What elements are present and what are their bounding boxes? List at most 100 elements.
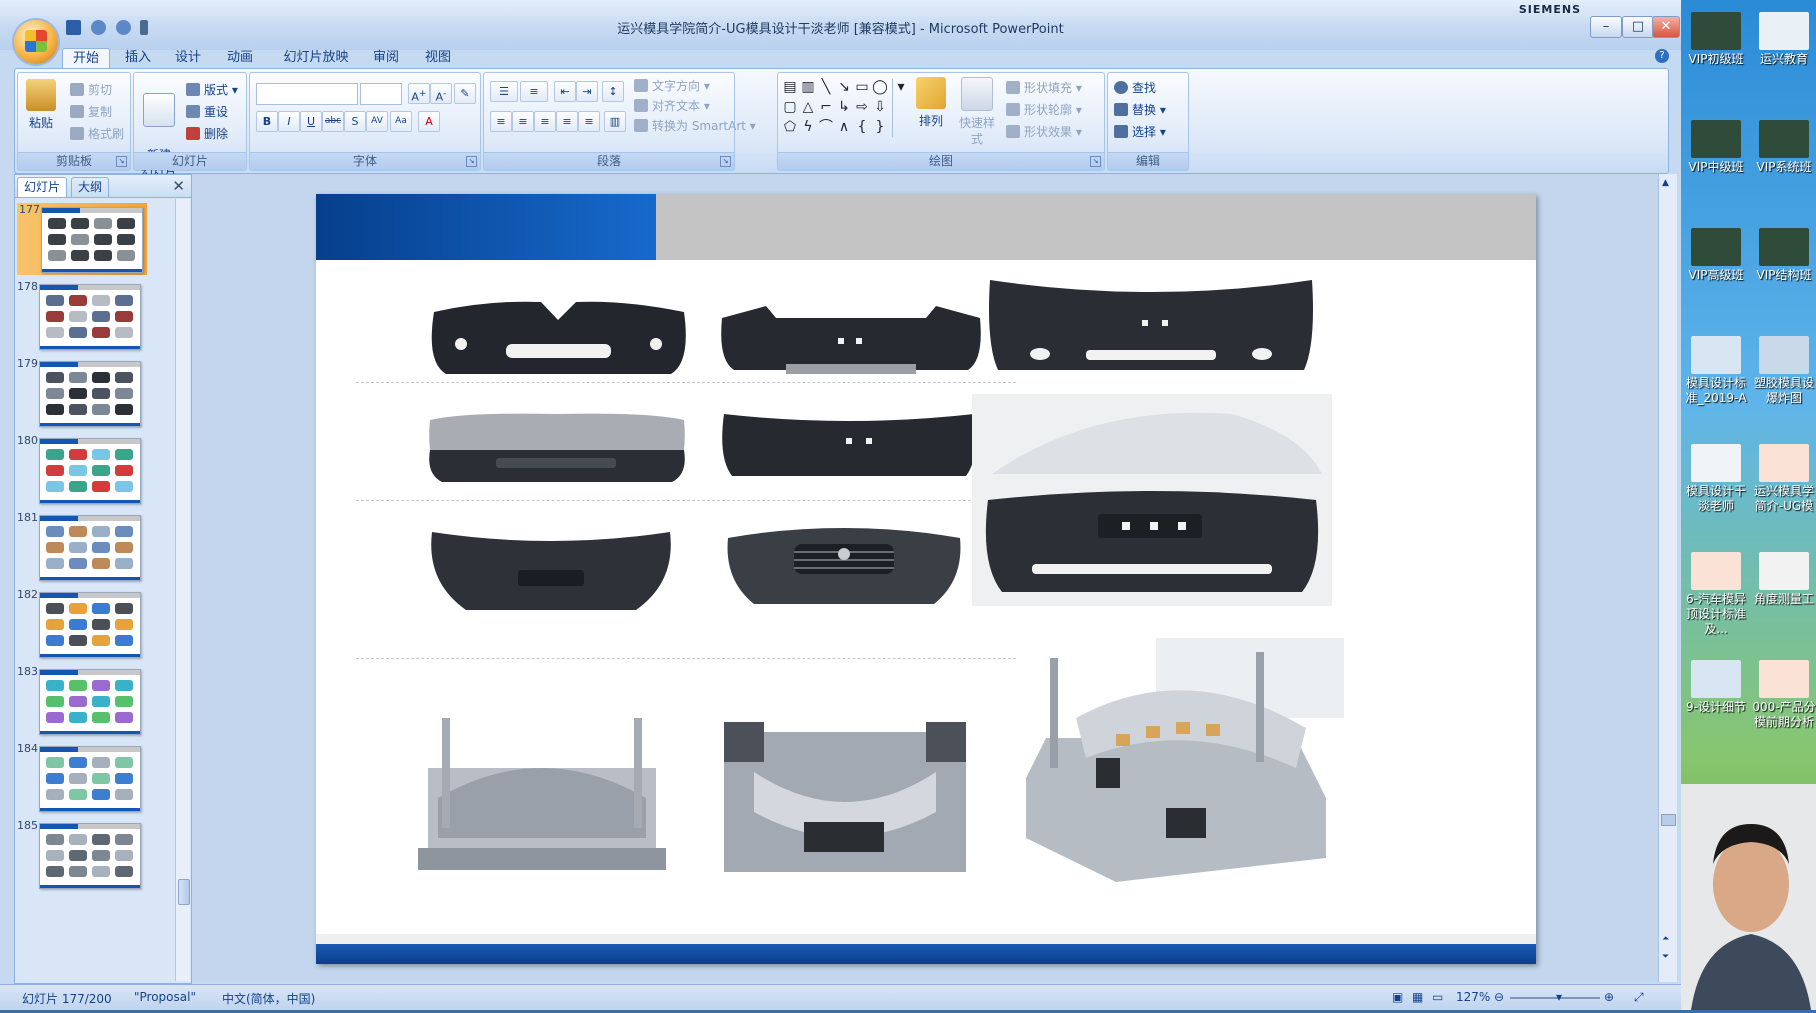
tab-home[interactable]: 开始 <box>62 48 110 69</box>
smartart-button[interactable]: 转换为 SmartArt ▾ <box>634 117 756 134</box>
change-case-icon[interactable]: Aa <box>390 111 412 132</box>
desktop-shortcut[interactable]: 9-设计细节 <box>1683 660 1749 715</box>
shapes-more-icon[interactable]: ▾ <box>892 79 909 137</box>
slide-scrollbar[interactable]: ▲ ⏶ ⏷ <box>1658 174 1677 982</box>
maximize-button[interactable]: □ <box>1622 16 1654 38</box>
zoom-level[interactable]: 127% <box>1456 990 1490 1004</box>
desktop-shortcut[interactable]: 模具设计干淡老师 <box>1683 444 1749 514</box>
rounded-rect-shape-icon[interactable]: ▢ <box>782 99 798 115</box>
char-spacing-icon[interactable]: AV <box>366 111 388 132</box>
desktop-shortcut[interactable]: VIP高级班 <box>1683 228 1749 283</box>
desktop-shortcut[interactable]: VIP初级班 <box>1683 12 1749 67</box>
close-panel-icon[interactable]: ✕ <box>172 177 185 195</box>
align-right-icon[interactable]: ≡ <box>534 111 556 132</box>
desktop-shortcut[interactable]: 角度测量工 <box>1751 552 1816 607</box>
slide-thumbnail-row[interactable]: 184 <box>15 742 175 830</box>
slide-sorter-icon[interactable]: ▦ <box>1412 990 1423 1004</box>
drawing-launcher-icon[interactable]: ↘ <box>1090 156 1101 167</box>
align-left-icon[interactable]: ≡ <box>490 111 512 132</box>
vtextbox-shape-icon[interactable]: ▥ <box>800 79 816 95</box>
shadow-icon[interactable]: S <box>344 111 366 132</box>
current-slide[interactable] <box>316 194 1536 964</box>
office-button[interactable] <box>14 20 58 64</box>
down-arrow-shape-icon[interactable]: ⇩ <box>872 99 888 115</box>
shape-effects-button[interactable]: 形状效果 ▾ <box>1006 123 1082 140</box>
slide-thumbnail-row[interactable]: 178 <box>15 280 175 368</box>
panel-scroll-thumb[interactable] <box>178 879 190 905</box>
textbox-shape-icon[interactable]: ▤ <box>782 79 798 95</box>
clipboard-launcher-icon[interactable]: ↘ <box>116 156 127 167</box>
help-icon[interactable]: ? <box>1655 49 1669 63</box>
font-family-combo[interactable] <box>256 83 358 105</box>
tab-view[interactable]: 视图 <box>418 48 458 68</box>
rbrace-shape-icon[interactable]: } <box>872 119 888 135</box>
desktop-shortcut[interactable]: 塑胶模具设爆炸图 <box>1751 336 1816 406</box>
justify-icon[interactable]: ≡ <box>556 111 578 132</box>
customize-qat-icon[interactable] <box>140 20 149 35</box>
slide-thumbnail-row[interactable]: 185 <box>15 819 175 907</box>
layout-button[interactable]: 版式 ▾ <box>186 81 238 98</box>
slide-thumbnail[interactable] <box>39 284 141 350</box>
slide-thumbnail[interactable] <box>41 207 143 273</box>
bold-icon[interactable]: B <box>256 111 278 132</box>
desktop-shortcut[interactable]: 运兴模具学简介-UG模 <box>1751 444 1816 514</box>
minimize-button[interactable]: – <box>1590 16 1622 38</box>
columns-icon[interactable]: ▥ <box>604 111 626 132</box>
triangle-shape-icon[interactable]: △ <box>800 99 816 115</box>
desktop-shortcut[interactable]: VIP结构班 <box>1751 228 1816 283</box>
bullets-icon[interactable]: ☰ <box>490 81 518 102</box>
pentagon-shape-icon[interactable]: ⬠ <box>782 119 798 135</box>
slide-thumbnail-row[interactable]: 177 <box>17 203 147 275</box>
quick-styles-button[interactable]: 快速样式 <box>954 77 1000 147</box>
numbering-icon[interactable]: ≡ <box>520 81 548 102</box>
undo-icon[interactable] <box>90 20 106 35</box>
clear-format-icon[interactable]: ✎ <box>454 83 476 104</box>
slide-scroll-thumb[interactable] <box>1661 814 1676 826</box>
slide-thumbnail[interactable] <box>39 438 141 504</box>
slide-thumbnail[interactable] <box>39 592 141 658</box>
tab-outline-panel[interactable]: 大纲 <box>71 177 110 197</box>
desktop-shortcut[interactable]: VIP中级班 <box>1683 120 1749 175</box>
slide-thumbnail-row[interactable]: 181 <box>15 511 175 599</box>
decrease-indent-icon[interactable]: ⇤ <box>554 81 576 102</box>
close-button[interactable]: ✕ <box>1652 16 1680 38</box>
slide-thumbnail[interactable] <box>39 361 141 427</box>
desktop-shortcut[interactable]: VIP系统班 <box>1751 120 1816 175</box>
arrow-line-shape-icon[interactable]: ↘ <box>836 79 852 95</box>
scroll-up-icon[interactable]: ▲ <box>1662 178 1669 188</box>
desktop-shortcut[interactable]: 运兴教育 <box>1751 12 1816 67</box>
copy-button[interactable]: 复制 <box>70 103 112 120</box>
distribute-icon[interactable]: ≡ <box>578 111 600 132</box>
desktop-shortcut[interactable]: 6-汽车模异顶设计标准及... <box>1683 552 1749 637</box>
strikethrough-icon[interactable]: abc <box>322 111 344 132</box>
lightning-shape-icon[interactable]: ϟ <box>800 119 816 135</box>
increase-indent-icon[interactable]: ⇥ <box>576 81 598 102</box>
tab-insert[interactable]: 插入 <box>118 48 158 68</box>
redo-icon[interactable] <box>115 20 131 35</box>
panel-scrollbar[interactable] <box>175 199 190 981</box>
slide-thumbnail-row[interactable]: 179 <box>15 357 175 445</box>
line-shape-icon[interactable]: ╲ <box>818 79 834 95</box>
replace-button[interactable]: 替换 ▾ <box>1114 101 1166 118</box>
tab-slideshow[interactable]: 幻灯片放映 <box>278 48 354 68</box>
zoom-in-icon[interactable]: ⊕ <box>1604 990 1614 1004</box>
find-button[interactable]: 查找 <box>1114 79 1156 96</box>
paste-button[interactable]: 粘贴 <box>24 79 58 131</box>
arrange-button[interactable]: 排列 <box>914 77 948 129</box>
italic-icon[interactable]: I <box>278 111 300 132</box>
tab-design[interactable]: 设计 <box>168 48 208 68</box>
font-color-icon[interactable]: A <box>418 111 440 132</box>
delete-slide-button[interactable]: 删除 <box>186 125 228 142</box>
slide-thumbnail-row[interactable]: 180 <box>15 434 175 522</box>
slide-thumbnail-row[interactable]: 183 <box>15 665 175 753</box>
slide-thumbnail[interactable] <box>39 669 141 735</box>
slide-thumbnail-row[interactable]: 182 <box>15 588 175 676</box>
desktop-shortcut[interactable]: 000-产品分模前期分析 <box>1751 660 1816 730</box>
reset-button[interactable]: 重设 <box>186 103 228 120</box>
zoom-slider-thumb[interactable]: ▾ <box>1556 990 1562 1004</box>
shape-fill-button[interactable]: 形状填充 ▾ <box>1006 79 1082 96</box>
rectangle-shape-icon[interactable]: ▭ <box>854 79 870 95</box>
paragraph-launcher-icon[interactable]: ↘ <box>720 156 731 167</box>
slideshow-view-icon[interactable]: ▭ <box>1432 990 1443 1004</box>
oval-shape-icon[interactable]: ◯ <box>872 79 888 95</box>
